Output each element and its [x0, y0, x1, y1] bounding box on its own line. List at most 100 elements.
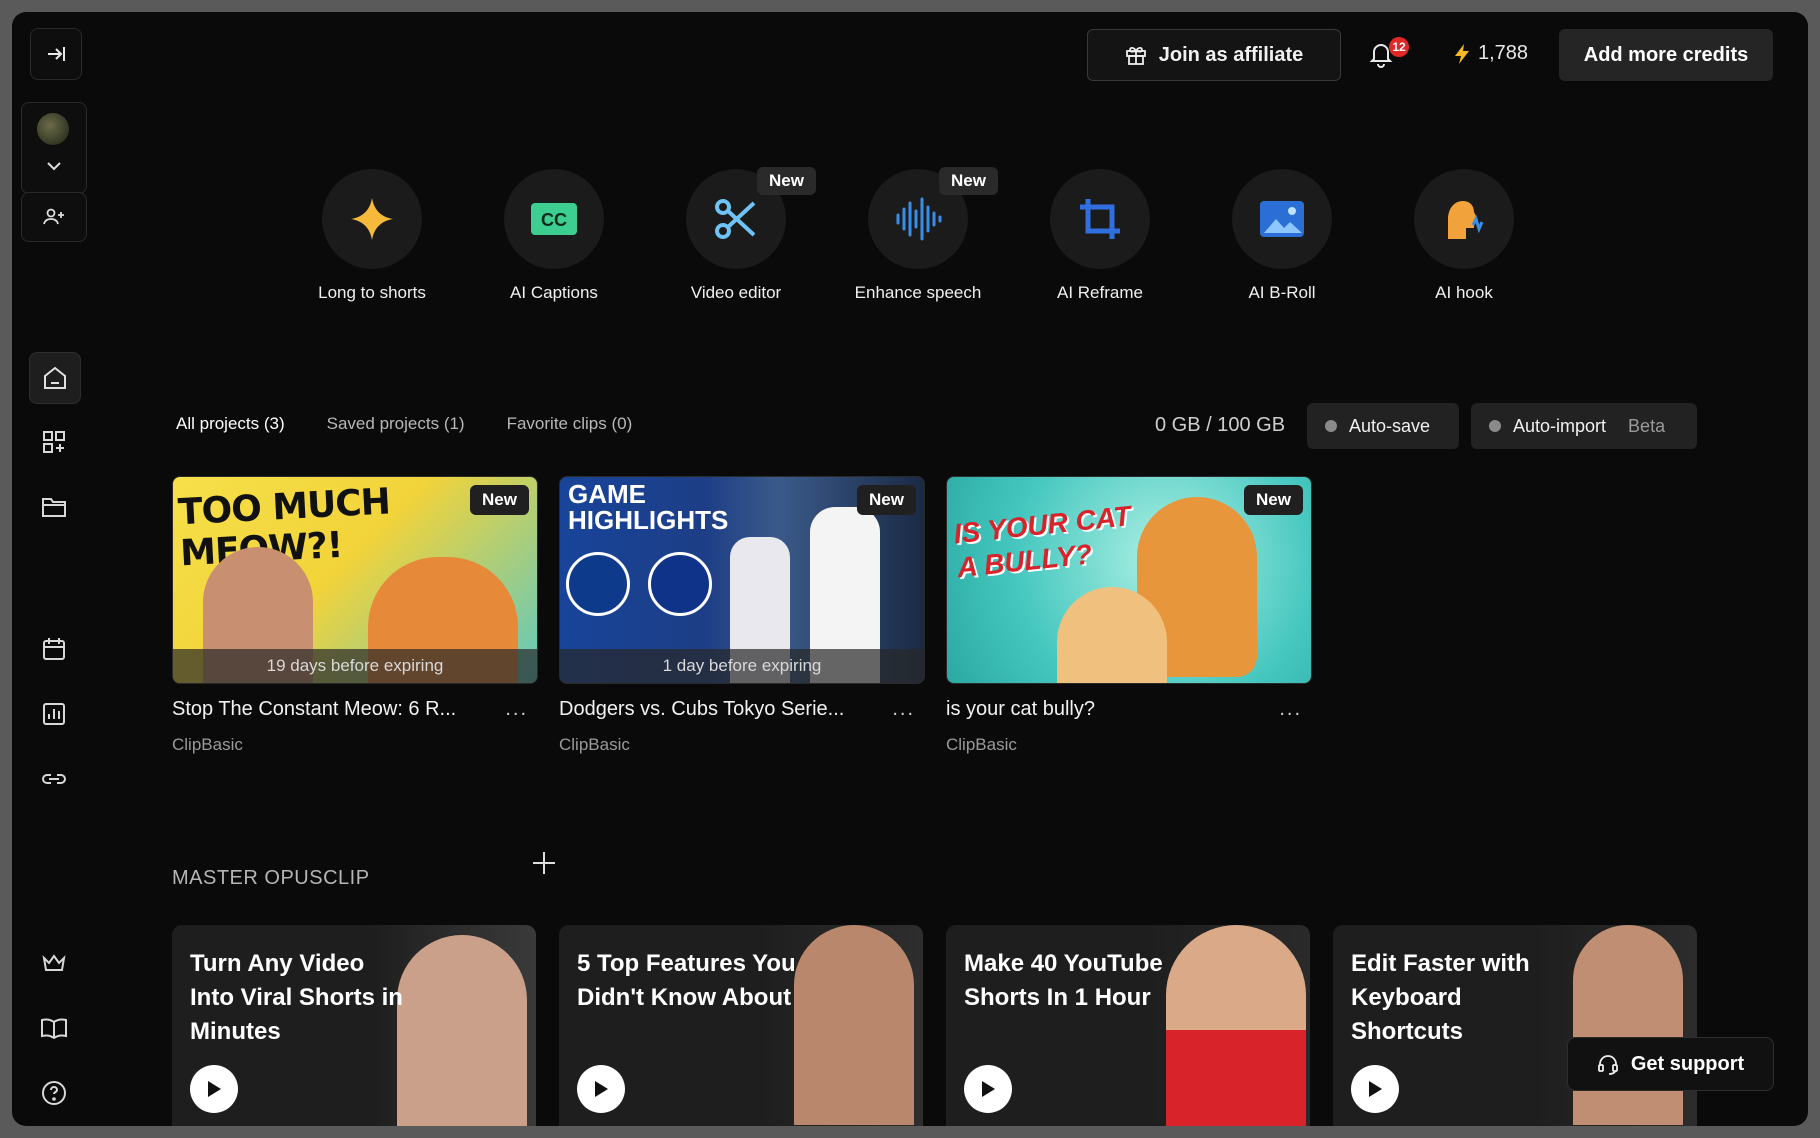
link-icon — [42, 774, 66, 784]
expiry-notice: 1 day before expiring — [560, 649, 924, 683]
speaking-head-icon — [1448, 201, 1484, 239]
tool-ai-reframe[interactable]: AI Reframe — [1010, 169, 1190, 303]
tool-long-to-shorts[interactable]: Long to shorts — [282, 169, 462, 303]
storage-usage: 0 GB / 100 GB — [1155, 414, 1286, 436]
credits-value: 1,788 — [1478, 42, 1529, 64]
tutorial-video-card[interactable]: 5 Top Features You Didn't Know About — [559, 925, 923, 1126]
tutorial-video-card[interactable]: Make 40 YouTube Shorts In 1 Hour — [946, 925, 1310, 1126]
calendar-icon — [43, 638, 65, 660]
nav-plans[interactable] — [29, 938, 79, 988]
nav-folders[interactable] — [29, 482, 79, 532]
tab-saved-projects[interactable]: Saved projects (1) — [327, 414, 465, 434]
nav-help[interactable] — [29, 1068, 79, 1118]
project-thumbnail[interactable]: TOO MUCH MEOW?! New 19 days before expir… — [172, 476, 538, 684]
waveform-icon — [896, 197, 942, 241]
new-badge: New — [939, 167, 998, 195]
new-badge: New — [857, 485, 916, 515]
tool-ai-hook[interactable]: AI hook — [1374, 169, 1554, 303]
tool-label: AI Captions — [510, 283, 598, 302]
project-title[interactable]: Stop The Constant Meow: 6 R... — [172, 698, 456, 721]
project-card[interactable]: TOO MUCH MEOW?! New 19 days before expir… — [172, 476, 538, 755]
add-user-icon — [43, 208, 64, 225]
team-logo — [566, 552, 630, 616]
play-button[interactable] — [190, 1065, 238, 1113]
tool-ai-broll[interactable]: AI B-Roll — [1192, 169, 1372, 303]
tool-label: AI hook — [1435, 283, 1493, 302]
nav-calendar[interactable] — [29, 624, 79, 674]
collapse-icon — [48, 47, 65, 61]
nav-home[interactable] — [29, 352, 81, 404]
workspace-switcher[interactable] — [21, 102, 87, 194]
lightning-icon — [1455, 43, 1469, 64]
nav-analytics[interactable] — [29, 689, 79, 739]
toggle-dot — [1489, 420, 1501, 432]
thumbnail-caption: GAME HIGHLIGHTS — [568, 479, 729, 535]
credits-display[interactable]: 1,788 — [1454, 42, 1528, 65]
tab-favorite-clips[interactable]: Favorite clips (0) — [507, 414, 633, 434]
play-button[interactable] — [577, 1065, 625, 1113]
project-tabs: All projects (3) Saved projects (1) Favo… — [176, 414, 632, 434]
play-icon — [982, 1081, 995, 1097]
avatar — [37, 113, 69, 145]
more-options-button[interactable]: ... — [505, 698, 528, 721]
auto-save-label: Auto-save — [1349, 415, 1431, 436]
tool-label: Long to shorts — [318, 283, 426, 302]
tool-ai-captions[interactable]: CC AI Captions — [464, 169, 644, 303]
new-badge: New — [1244, 485, 1303, 515]
folder-icon — [42, 498, 66, 517]
get-support-button[interactable]: Get support — [1567, 1037, 1774, 1091]
tutorial-video-card[interactable]: Turn Any Video Into Viral Shorts in Minu… — [172, 925, 536, 1126]
expiry-notice: 19 days before expiring — [173, 649, 537, 683]
project-owner: ClipBasic — [559, 735, 630, 754]
video-title: Turn Any Video Into Viral Shorts in Minu… — [190, 950, 403, 1045]
play-icon — [1369, 1081, 1382, 1097]
join-affiliate-button[interactable]: Join as affiliate — [1087, 29, 1341, 81]
presenter-figure — [1166, 925, 1306, 1126]
video-title: Edit Faster with Keyboard Shortcuts — [1351, 950, 1530, 1045]
chevron-down-icon — [47, 162, 61, 171]
book-icon — [41, 1018, 67, 1039]
tool-video-editor[interactable]: New Video editor — [646, 167, 826, 303]
more-options-button[interactable]: ... — [892, 698, 915, 721]
tool-label: Video editor — [690, 283, 782, 302]
crop-icon — [1080, 199, 1120, 239]
presenter-figure — [1573, 925, 1683, 1125]
tab-all-projects[interactable]: All projects (3) — [176, 414, 285, 434]
play-button[interactable] — [1351, 1065, 1399, 1113]
video-title: Make 40 YouTube Shorts In 1 Hour — [964, 950, 1163, 1011]
more-options-button[interactable]: ... — [1279, 698, 1302, 721]
image-icon — [1260, 201, 1304, 237]
notification-badge: 12 — [1389, 37, 1409, 57]
project-owner: ClipBasic — [172, 735, 243, 754]
project-thumbnail[interactable]: GAME HIGHLIGHTS New 1 day before expirin… — [559, 476, 925, 684]
project-owner: ClipBasic — [946, 735, 1017, 754]
play-icon — [595, 1081, 608, 1097]
sparkle-icon — [351, 198, 393, 240]
add-member-button[interactable] — [21, 192, 87, 242]
auto-import-toggle[interactable]: Auto-import Beta — [1471, 403, 1697, 449]
gift-icon — [1125, 46, 1146, 65]
project-title[interactable]: is your cat bully? — [946, 698, 1095, 721]
tutorial-video-card[interactable]: Edit Faster with Keyboard Shortcuts — [1333, 925, 1697, 1126]
tool-enhance-speech[interactable]: New Enhance speech — [828, 167, 1008, 303]
tool-label: AI B-Roll — [1248, 283, 1316, 302]
section-title: MASTER OPUSCLIP — [172, 867, 370, 889]
auto-import-label: Auto-import — [1513, 415, 1607, 436]
analytics-icon — [43, 703, 65, 725]
scissors-icon — [715, 199, 756, 239]
project-thumbnail[interactable]: IS YOUR CAT A BULLY? New — [946, 476, 1312, 684]
project-card[interactable]: IS YOUR CAT A BULLY? New is your cat bul… — [946, 476, 1312, 755]
nav-apps[interactable] — [29, 417, 79, 467]
collapse-sidebar-button[interactable] — [30, 28, 82, 80]
captions-icon: CC — [531, 203, 577, 235]
nav-learn[interactable] — [29, 1003, 79, 1053]
add-credits-button[interactable]: Add more credits — [1559, 29, 1773, 81]
beta-badge: Beta — [1628, 415, 1666, 436]
play-button[interactable] — [964, 1065, 1012, 1113]
project-title[interactable]: Dodgers vs. Cubs Tokyo Serie... — [559, 698, 844, 721]
nav-links[interactable] — [29, 754, 79, 804]
auto-save-toggle[interactable]: Auto-save — [1307, 403, 1459, 449]
crosshair-cursor-icon — [533, 852, 555, 874]
project-card[interactable]: GAME HIGHLIGHTS New 1 day before expirin… — [559, 476, 925, 755]
app-window: Join as affiliate 12 1,788 Add more cred… — [12, 12, 1808, 1126]
